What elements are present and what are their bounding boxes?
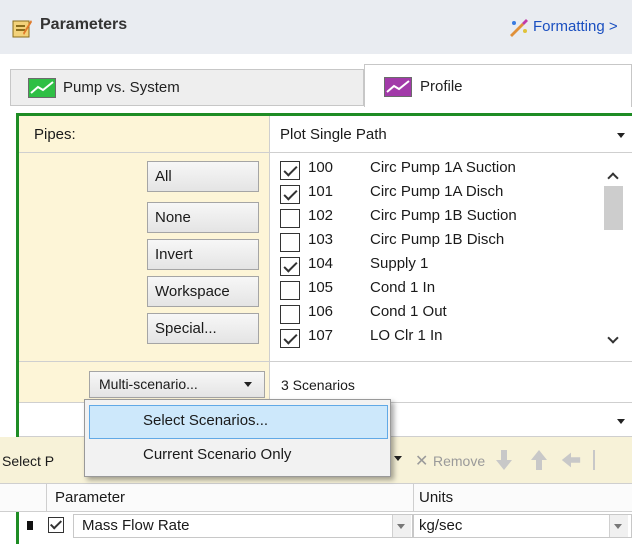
- invert-selection-button[interactable]: Invert: [147, 239, 259, 270]
- pipe-name: Supply 1: [370, 255, 429, 272]
- pipe-name: Circ Pump 1A Suction: [370, 159, 516, 176]
- move-left-icon[interactable]: [560, 448, 582, 472]
- menu-item-label: Select Scenarios...: [143, 412, 269, 429]
- list-item[interactable]: 107 LO Clr 1 In: [270, 327, 600, 351]
- pipe-number: 101: [308, 183, 334, 200]
- list-item[interactable]: 100 Circ Pump 1A Suction: [270, 159, 600, 183]
- pipe-checkbox[interactable]: [280, 209, 300, 228]
- column-header-units[interactable]: Units: [419, 489, 453, 506]
- select-parameter-label[interactable]: Select P: [2, 453, 54, 469]
- pipe-number: 104: [308, 255, 334, 272]
- pipe-checkbox[interactable]: [280, 161, 300, 180]
- pipe-number: 105: [308, 279, 334, 296]
- parameters-icon: [12, 20, 32, 38]
- pipe-name: Cond 1 Out: [370, 303, 447, 320]
- pipe-checkbox[interactable]: [280, 329, 300, 348]
- multi-scenario-button[interactable]: Multi-scenario...: [89, 371, 265, 398]
- pipe-name: Circ Pump 1A Disch: [370, 183, 504, 200]
- menu-item-label: Current Scenario Only: [143, 446, 292, 463]
- remove-icon[interactable]: ✕: [415, 451, 428, 471]
- column-header-parameter[interactable]: Parameter: [55, 489, 125, 506]
- list-item[interactable]: 105 Cond 1 In: [270, 279, 600, 303]
- formatting-icon[interactable]: [508, 17, 530, 39]
- pipe-checklist[interactable]: 100 Circ Pump 1A Suction 101 Circ Pump 1…: [270, 153, 632, 362]
- chevron-down-icon[interactable]: [244, 382, 252, 387]
- graph-green-icon: [28, 78, 56, 98]
- tab-label: Profile: [420, 78, 463, 95]
- select-none-button[interactable]: None: [147, 202, 259, 233]
- pipe-checkbox[interactable]: [280, 257, 300, 276]
- plot-mode-select[interactable]: Plot Single Path: [280, 126, 387, 143]
- pipe-checkbox[interactable]: [280, 305, 300, 324]
- parameter-value: Mass Flow Rate: [82, 517, 190, 534]
- chevron-down-icon[interactable]: [614, 524, 622, 529]
- move-up-icon[interactable]: [528, 448, 550, 472]
- pipe-number: 103: [308, 231, 334, 248]
- special-button[interactable]: Special...: [147, 313, 259, 344]
- row-marker-icon: [27, 521, 33, 530]
- formatting-link[interactable]: Formatting >: [533, 18, 618, 35]
- workspace-button[interactable]: Workspace: [147, 276, 259, 307]
- pipe-name: LO Clr 1 In: [370, 327, 443, 344]
- chevron-down-icon[interactable]: [397, 524, 405, 529]
- pipe-number: 100: [308, 159, 334, 176]
- pipe-number: 106: [308, 303, 334, 320]
- graph-purple-icon: [384, 77, 412, 97]
- pipe-number: 107: [308, 327, 334, 344]
- scrollbar-thumb[interactable]: [604, 186, 623, 230]
- pipe-name: Circ Pump 1B Suction: [370, 207, 517, 224]
- select-all-button[interactable]: All: [147, 161, 259, 192]
- parameters-title: Parameters: [40, 16, 128, 33]
- list-item[interactable]: 101 Circ Pump 1A Disch: [270, 183, 600, 207]
- pipe-name: Circ Pump 1B Disch: [370, 231, 505, 248]
- pipe-checkbox[interactable]: [280, 185, 300, 204]
- list-item[interactable]: 103 Circ Pump 1B Disch: [270, 231, 600, 255]
- chevron-down-icon[interactable]: [617, 419, 625, 424]
- scenario-count: 3 Scenarios: [281, 377, 355, 393]
- pipe-number: 102: [308, 207, 334, 224]
- list-item[interactable]: 104 Supply 1: [270, 255, 600, 279]
- pipe-name: Cond 1 In: [370, 279, 436, 296]
- toolbar-separator: [593, 450, 595, 470]
- chevron-down-icon[interactable]: [617, 133, 625, 138]
- tab-profile[interactable]: Profile: [364, 64, 632, 107]
- pipe-checkbox[interactable]: [280, 233, 300, 252]
- pipe-checkbox[interactable]: [280, 281, 300, 300]
- header-row-gutter: [0, 484, 47, 512]
- multi-scenario-label: Multi-scenario...: [99, 376, 198, 392]
- pipes-label: Pipes:: [34, 126, 76, 143]
- chevron-down-icon[interactable]: [394, 456, 402, 461]
- tab-pump-vs-system[interactable]: Pump vs. System: [10, 69, 364, 106]
- tab-label: Pump vs. System: [63, 79, 180, 96]
- move-down-icon[interactable]: [493, 448, 515, 472]
- row-checkbox[interactable]: [48, 517, 64, 533]
- list-item[interactable]: 106 Cond 1 Out: [270, 303, 600, 327]
- remove-button[interactable]: Remove: [433, 453, 485, 469]
- list-item[interactable]: 102 Circ Pump 1B Suction: [270, 207, 600, 231]
- units-value: kg/sec: [419, 517, 463, 534]
